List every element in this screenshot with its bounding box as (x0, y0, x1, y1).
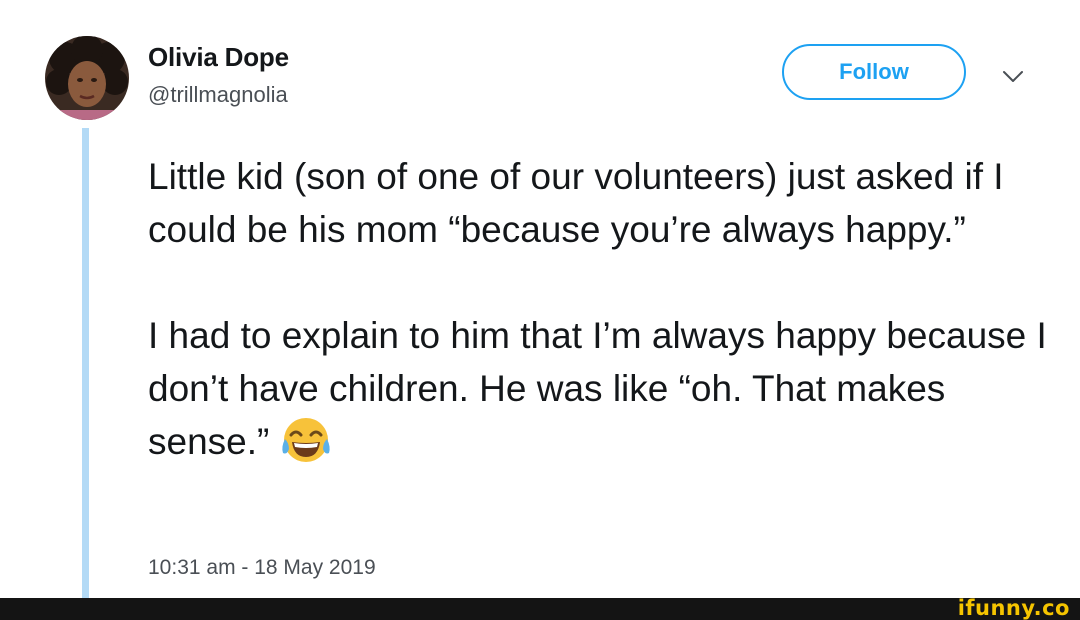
tweet-paragraph-2: I had to explain to him that I’m always … (148, 309, 1048, 468)
tweet-card: Olivia Dope @trillmagnolia Follow Little… (0, 0, 1080, 598)
thread-line (82, 128, 89, 598)
tweet-timestamp[interactable]: 10:31 am - 18 May 2019 (148, 556, 376, 580)
ifunny-watermark: ifunny.co (957, 596, 1070, 620)
profile-photo-icon (45, 36, 129, 120)
user-name[interactable]: Olivia Dope (148, 42, 289, 73)
user-handle[interactable]: @trillmagnolia (148, 82, 288, 108)
tweet-text: Little kid (son of one of our volunteers… (148, 150, 1048, 468)
follow-button[interactable]: Follow (782, 44, 966, 100)
face-with-tears-of-joy-icon (279, 413, 333, 467)
watermark-bar: ifunny.co (0, 596, 1080, 620)
chevron-down-icon[interactable] (1000, 66, 1026, 86)
tweet-paragraph-1: Little kid (son of one of our volunteers… (148, 156, 1004, 250)
avatar[interactable] (45, 36, 129, 120)
